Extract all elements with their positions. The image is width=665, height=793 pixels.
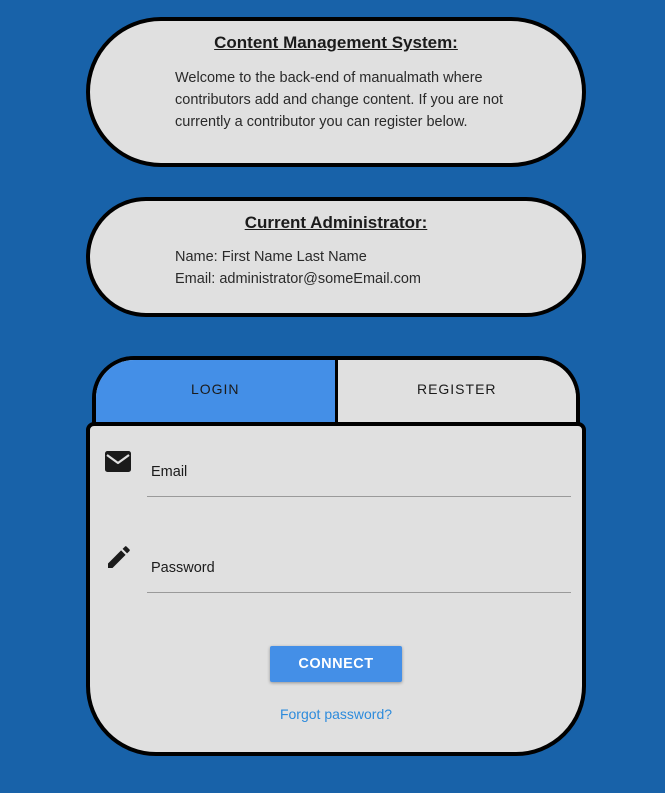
- cms-description: Welcome to the back-end of manualmath wh…: [175, 70, 504, 130]
- cms-info-card: Content Management System: Welcome to th…: [86, 17, 586, 167]
- administrator-name: Name: First Name Last Name: [175, 249, 367, 265]
- login-form: Email Password CONNECT Forgot password?: [86, 422, 586, 756]
- email-field[interactable]: Email: [147, 454, 575, 498]
- tab-login[interactable]: LOGIN: [96, 360, 338, 426]
- administrator-email: Email: administrator@someEmail.com: [175, 271, 421, 287]
- auth-tabs: LOGIN REGISTER: [92, 356, 580, 426]
- administrator-card: Current Administrator: Name: First Name …: [86, 197, 586, 317]
- pencil-icon: [108, 546, 130, 568]
- forgot-password-link[interactable]: Forgot password?: [90, 706, 582, 722]
- auth-card: LOGIN REGISTER Email Password CONNECT Fo…: [86, 356, 586, 756]
- administrator-details: Name: First Name Last Name Email: admini…: [175, 246, 505, 290]
- email-input[interactable]: [147, 454, 575, 498]
- password-input[interactable]: [147, 550, 575, 594]
- administrator-title: Current Administrator:: [244, 213, 428, 232]
- cms-title: Content Management System:: [214, 33, 458, 52]
- password-field[interactable]: Password: [147, 550, 575, 594]
- tab-register[interactable]: REGISTER: [337, 360, 576, 426]
- email-icon: [105, 451, 131, 472]
- connect-button[interactable]: CONNECT: [270, 646, 402, 682]
